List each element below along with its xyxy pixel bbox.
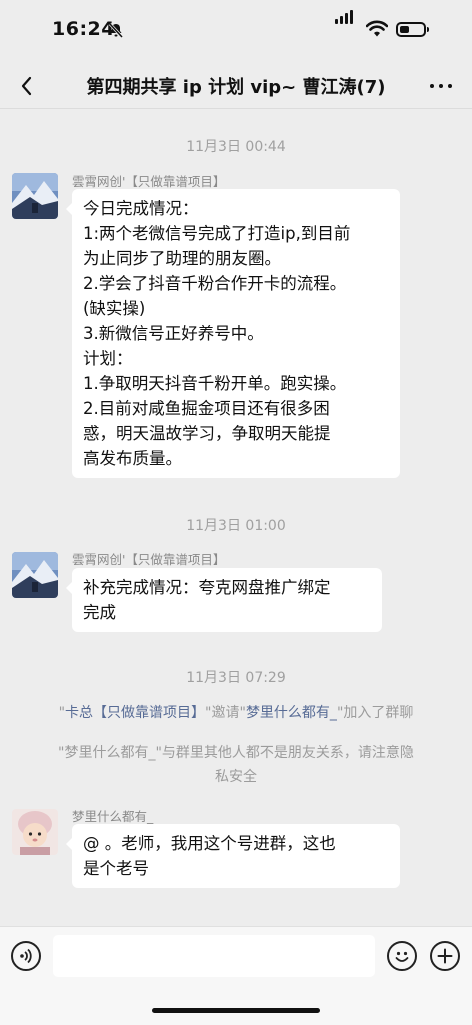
message-text: 高发布质量。: [83, 449, 182, 468]
avatar[interactable]: [12, 809, 58, 855]
message-text: 补充完成情况：夸克网盘推广绑定: [83, 578, 331, 597]
system-message: "卡总【只做靠谱项目】"邀请"梦里什么都有_"加入了群聊: [30, 702, 442, 724]
battery-icon: [396, 22, 429, 37]
joined-text: "加入了群聊: [336, 705, 414, 721]
wifi-icon: [366, 20, 388, 37]
timestamp: 11月3日 00:44: [186, 139, 286, 155]
message-bubble[interactable]: 今日完成情况： 1:两个老微信号完成了打造ip,到目前 为止同步了助理的朋友圈。…: [66, 189, 400, 478]
notice-line: 私安全: [215, 769, 257, 785]
sender-name: 梦里什么都有_: [72, 809, 154, 824]
message-input[interactable]: [53, 935, 375, 977]
avatar[interactable]: [12, 552, 58, 598]
message-bubble[interactable]: 补充完成情况：夸克网盘推广绑定 完成: [66, 568, 382, 632]
message-bubble[interactable]: @ 。老师，我用这个号进群，这也 是个老号: [66, 824, 400, 888]
message-text: 惑，明天温故学习，争取明天能提: [83, 424, 331, 443]
invite-text: "邀请": [205, 705, 246, 721]
status-bar: 16:24: [0, 0, 472, 64]
message-text: 今日完成情况：: [83, 199, 199, 218]
chat-title: 第四期共享 ip 计划 vip~ 曹江涛(7): [86, 77, 386, 98]
plus-icon[interactable]: [430, 941, 460, 971]
more-options-icon[interactable]: [430, 76, 452, 96]
avatar[interactable]: [12, 173, 58, 219]
inviter-link[interactable]: 卡总【只做靠谱项目】: [65, 705, 205, 721]
message-text: 为止同步了助理的朋友圈。: [83, 249, 281, 268]
privacy-notice: "梦里什么都有_"与群里其他人都不是朋友关系，请注意隐 私安全: [30, 742, 442, 788]
message-text: 3.新微信号正好养号中。: [83, 324, 264, 343]
message-text: 计划：: [83, 349, 133, 368]
message-text: (缺实操): [83, 299, 146, 318]
message-text: 2.学会了抖音千粉合作开卡的流程。: [83, 274, 347, 293]
notice-line: "梦里什么都有_"与群里其他人都不是朋友关系，请注意隐: [58, 745, 414, 761]
message-text: @ 。老师，我用这个号进群，这也: [83, 834, 336, 853]
invitee-link[interactable]: 梦里什么都有_: [246, 705, 337, 721]
timestamp: 11月3日 07:29: [186, 670, 286, 686]
emoji-icon[interactable]: [387, 941, 417, 971]
home-indicator: [152, 1008, 320, 1013]
message-text: 1.争取明天抖音千粉开单。跑实操。: [83, 374, 347, 393]
message-text: 2.目前对咸鱼掘金项目还有很多困: [83, 399, 330, 418]
voice-input-icon[interactable]: [11, 941, 41, 971]
timestamp: 11月3日 01:00: [186, 518, 286, 534]
chat-header: 第四期共享 ip 计划 vip~ 曹江涛(7): [0, 64, 472, 109]
message-text: 1:两个老微信号完成了打造ip,到目前: [83, 224, 351, 243]
sender-name: 雲霄网创'【只做靠谱项目】: [72, 552, 226, 567]
sender-name: 雲霄网创'【只做靠谱项目】: [72, 174, 226, 189]
bell-muted-icon: [108, 22, 124, 38]
message-text: 是个老号: [83, 859, 149, 878]
back-arrow-icon[interactable]: [14, 72, 42, 100]
status-time: 16:24: [52, 18, 115, 40]
message-text: 完成: [83, 603, 116, 622]
